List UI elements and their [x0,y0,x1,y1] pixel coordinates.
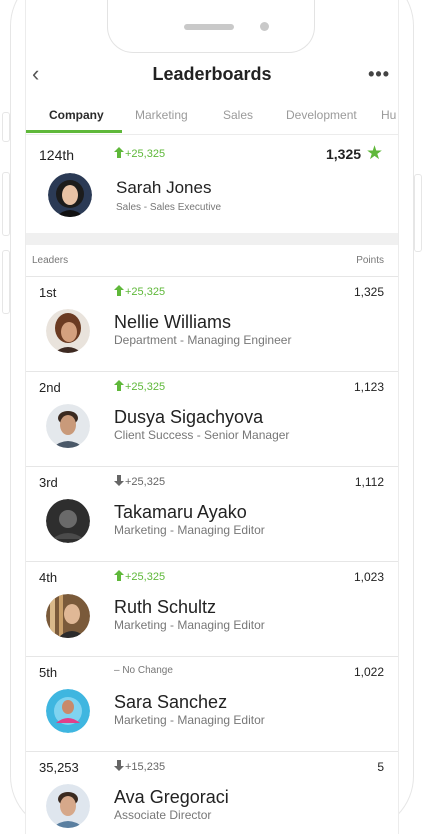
leader-rank: 5th [39,665,58,680]
leader-change-value: +25,325 [125,381,166,393]
leader-rank: 4th [39,570,58,585]
leader-rank: 3rd [39,475,58,490]
leader-row[interactable]: 3rd +25,325 1,112 Takamaru Ayako Marketi… [26,466,398,562]
leader-name: Takamaru Ayako [114,502,247,522]
app-screen: ‹ Leaderboards ••• Company Marketing Sal… [25,0,399,834]
my-rank-name: Sarah Jones [116,178,212,197]
leader-change: +25,325 [114,380,165,393]
column-header-leaders: Leaders [32,255,69,266]
tab-sales[interactable]: Sales [223,108,253,122]
side-button-left [2,112,10,142]
avatar [48,173,92,217]
leader-change-value: +15,235 [125,761,166,773]
leader-row[interactable]: 5th – No Change 1,022 Sara Sanchez Marke… [26,656,398,752]
avatar [46,404,90,448]
arrow-down-icon [114,760,124,771]
column-header-points: Points [356,255,384,266]
side-button-left-2 [2,172,10,236]
leader-name: Nellie Williams [114,312,232,332]
leader-rank: 35,253 [39,760,79,775]
leader-points: 5 [377,760,384,774]
arrow-up-icon [114,380,124,391]
leader-name: Sara Sanchez [114,692,228,712]
leader-row[interactable]: 1st +25,325 1,325 Nellie Williams Depart… [26,276,398,372]
leader-change-value: – No Change [114,665,173,676]
leader-row[interactable]: 35,253 +15,235 5 Ava Gregoraci Associate… [26,751,398,834]
leader-change-value: +25,325 [125,476,166,488]
arrow-up-icon [114,570,124,581]
page-title: Leaderboards [152,64,272,84]
top-bar: ‹ Leaderboards ••• [26,58,398,90]
section-divider [26,233,398,245]
arrow-up-icon [114,147,124,158]
arrow-down-icon [114,475,124,486]
tab-company[interactable]: Company [49,108,104,122]
tab-hu[interactable]: Hu [381,108,396,122]
side-button-left-3 [2,250,10,314]
avatar [46,784,90,828]
leader-row[interactable]: 2nd +25,325 1,123 Dusya Sigachyova Clien… [26,371,398,467]
leader-role: Marketing - Managing Editor [114,713,265,727]
avatar [46,499,90,543]
leader-role: Marketing - Managing Editor [114,618,265,632]
my-rank-change: +25,325 [114,147,165,160]
leader-role: Associate Director [114,808,212,822]
leader-change: +25,325 [114,475,165,488]
leader-rank: 2nd [39,380,61,395]
leader-change: +15,235 [114,760,165,773]
leader-role: Client Success - Senior Manager [114,428,290,442]
leader-role: Department - Managing Engineer [114,333,292,347]
avatar [46,594,90,638]
leader-name: Ava Gregoraci [114,787,229,807]
avatar [46,689,90,733]
my-rank-points: 1,325 [326,146,362,162]
tab-marketing[interactable]: Marketing [135,108,188,122]
speaker-grille [184,24,234,30]
my-rank-role: Sales - Sales Executive [116,202,222,213]
side-button-right [414,174,422,252]
leader-change: +25,325 [114,285,165,298]
leader-row[interactable]: 4th +25,325 1,023 Ruth Schultz Marketing… [26,561,398,657]
leader-name: Dusya Sigachyova [114,407,264,427]
my-rank-change-value: +25,325 [125,148,166,160]
tab-bar: Company Marketing Sales Development Hu [26,98,398,135]
leader-rank: 1st [39,285,57,300]
leader-points: 1,022 [353,665,384,679]
arrow-up-icon [114,285,124,296]
leader-points: 1,123 [353,380,384,394]
leader-change: +25,325 [114,570,165,583]
active-tab-indicator [26,130,122,133]
leader-points: 1,023 [353,570,384,584]
leader-role: Marketing - Managing Editor [114,523,265,537]
tab-development[interactable]: Development [286,108,357,122]
leader-points: 1,112 [354,475,384,489]
my-rank-position: 124th [39,147,75,163]
front-camera [260,22,269,31]
leader-name: Ruth Schultz [114,597,217,617]
more-options-icon[interactable]: ••• [368,64,390,85]
star-icon: ★ [366,143,384,164]
leader-change-value: +25,325 [125,286,166,298]
leader-change: – No Change [114,665,173,676]
phone-notch [107,0,315,53]
avatar [46,309,90,353]
leader-points: 1,325 [353,285,384,299]
leader-change-value: +25,325 [125,571,166,583]
